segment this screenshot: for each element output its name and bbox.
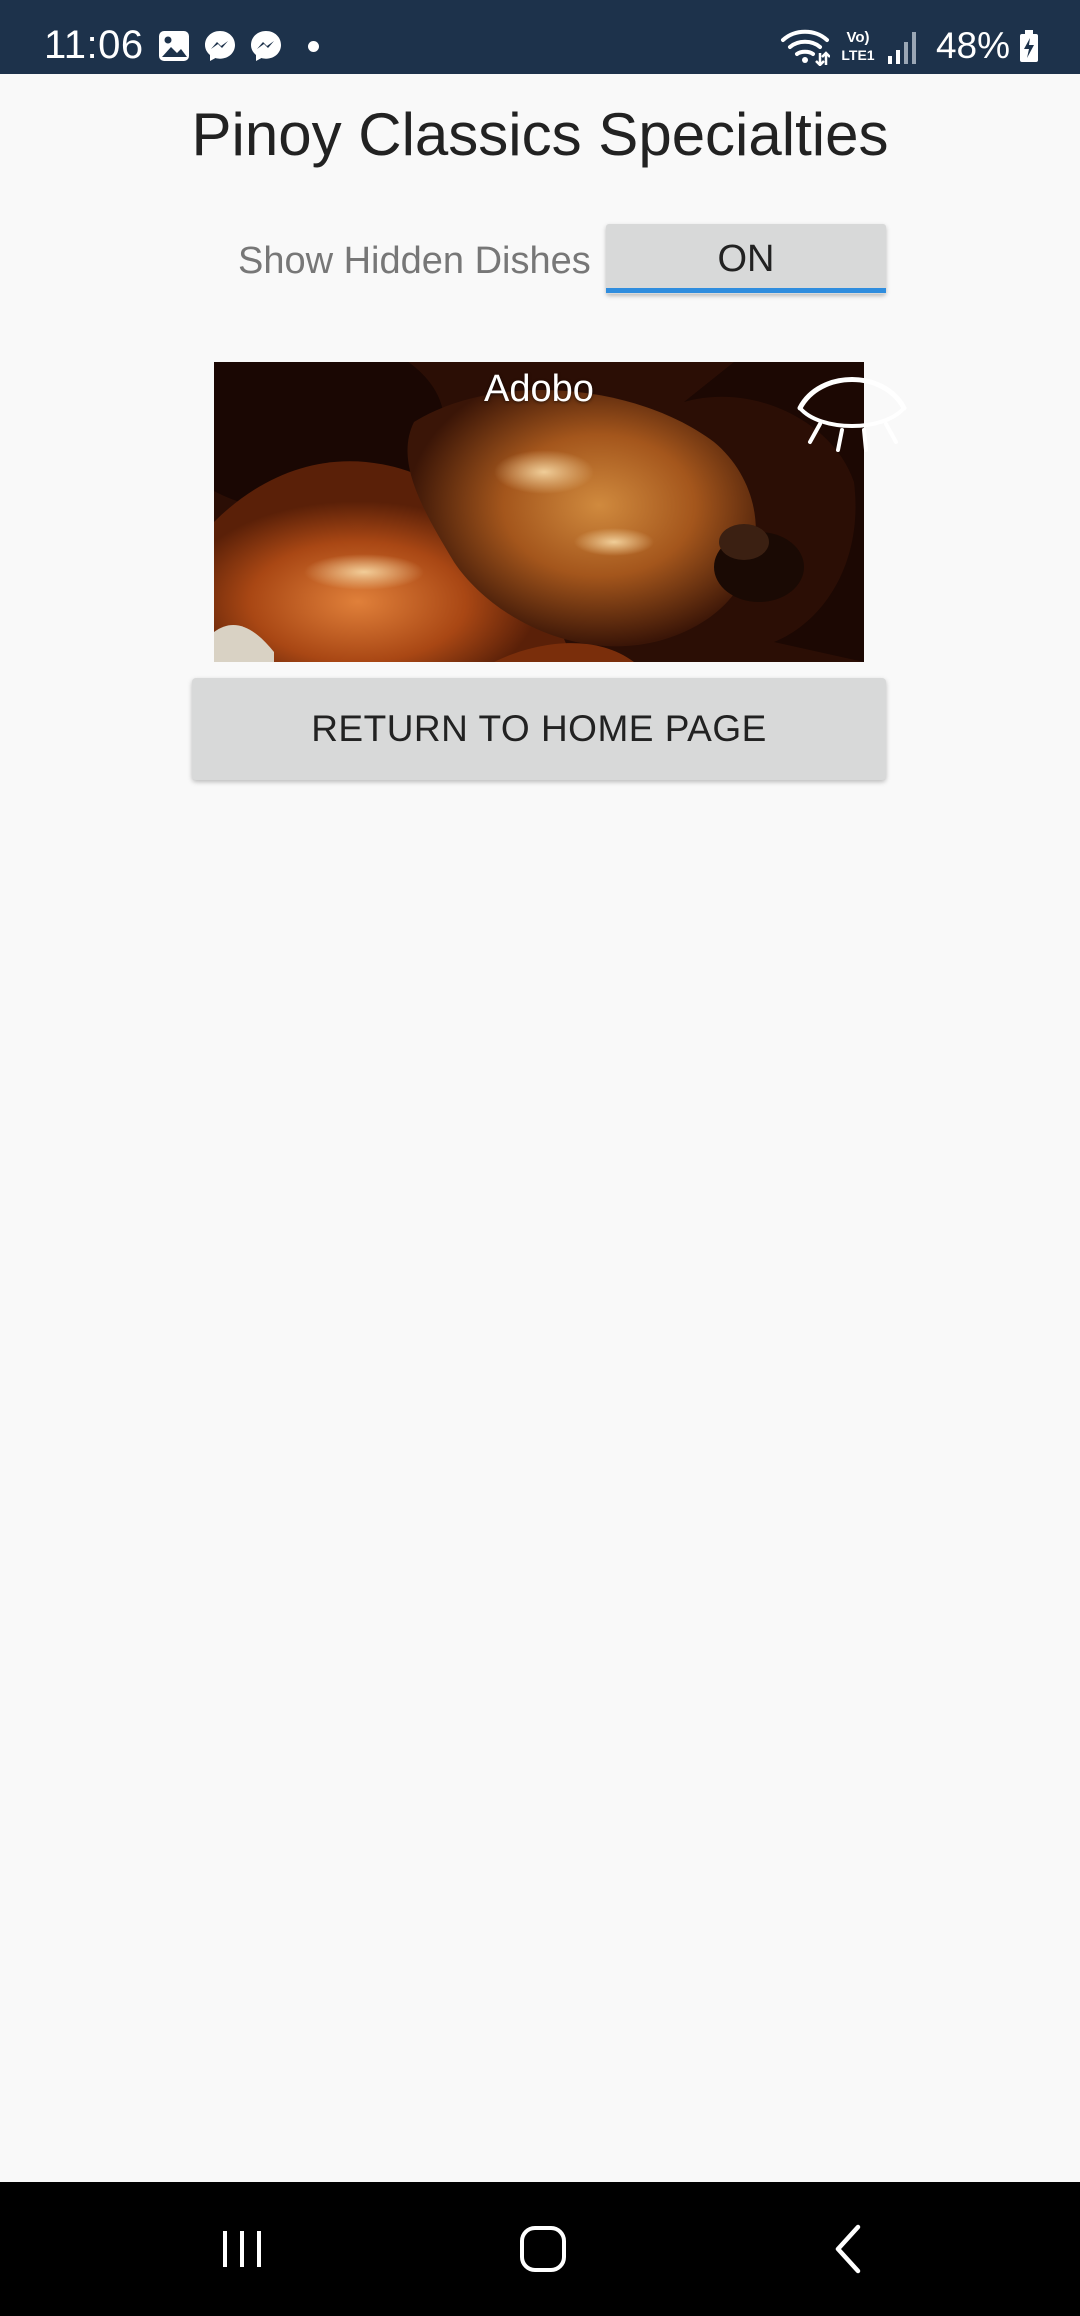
toggle-active-indicator [606, 288, 886, 293]
notification-dot [308, 40, 319, 52]
notification-icons [156, 28, 319, 64]
back-icon [835, 2224, 861, 2274]
system-status-icons: Vo) LTE1 48% [780, 24, 1040, 68]
recent-apps-icon [223, 2231, 261, 2267]
toggle-label: Show Hidden Dishes [238, 240, 591, 282]
gallery-icon [159, 31, 189, 61]
dish-card[interactable]: Adobo [214, 362, 907, 662]
back-button[interactable] [768, 2182, 928, 2316]
battery-percentage: 48% [935, 25, 1010, 66]
status-bar: 11:06 Vo) LTE1 48% [0, 0, 1080, 74]
wifi-icon [780, 29, 830, 66]
return-home-button[interactable]: RETURN TO HOME PAGE [192, 678, 886, 780]
show-hidden-toggle-row: Show Hidden Dishes ON [0, 222, 1080, 298]
volte-label-bottom: LTE1 [841, 47, 874, 63]
home-icon [520, 2226, 566, 2272]
signal-icon [887, 32, 916, 64]
dish-name: Adobo [484, 368, 594, 410]
recent-apps-button[interactable] [162, 2182, 322, 2316]
eye-icon[interactable] [792, 362, 912, 452]
home-nav-button[interactable] [463, 2182, 623, 2316]
navigation-bar [0, 2182, 1080, 2316]
volte-label-top: Vo) [846, 29, 869, 46]
messenger-icon [251, 31, 281, 61]
show-hidden-toggle[interactable]: ON [606, 224, 886, 294]
battery-charging-icon [1020, 30, 1038, 62]
volte-icon: Vo) LTE1 [841, 29, 874, 63]
page-title: Pinoy Classics Specialties [191, 101, 889, 168]
status-time: 11:06 [44, 23, 144, 67]
messenger-icon [205, 31, 235, 61]
